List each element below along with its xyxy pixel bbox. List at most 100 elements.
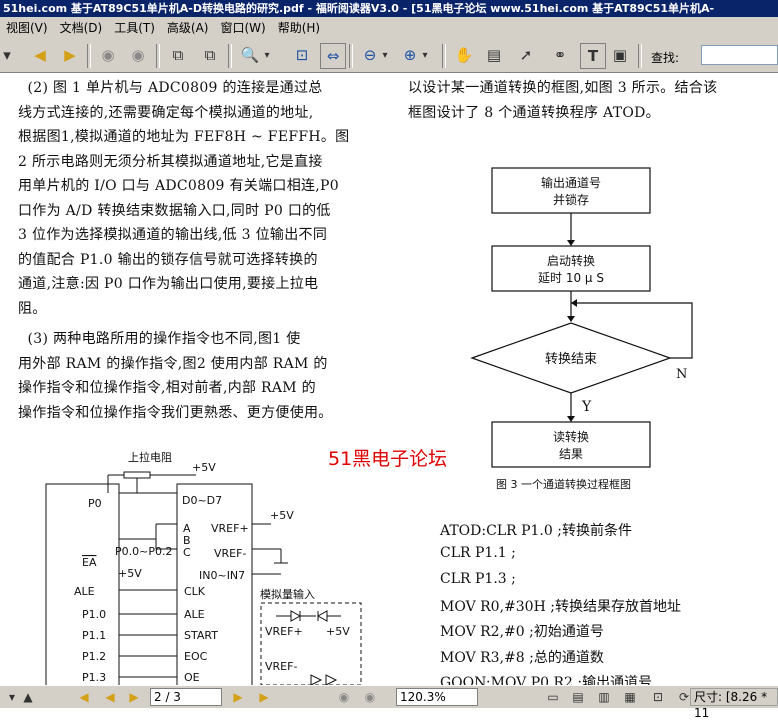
page-size-label: 尺寸: [8.26 * 11 bbox=[690, 688, 778, 720]
fit-width-icon[interactable]: ⇔ bbox=[320, 43, 346, 69]
separator bbox=[156, 44, 160, 68]
status-bar: ▾ ▲ ◀ ◀ ▶ 2 / 3 ▶ ▶ ◉ ◉ 120.3% ▭ ▤ ▥ ▦ ⊡… bbox=[0, 685, 778, 720]
oe-label: OE bbox=[184, 671, 200, 684]
image-select-icon[interactable]: ▣ bbox=[608, 43, 632, 67]
code-line: MOV R2,#0 ;初始通道号 bbox=[440, 624, 604, 640]
pullup-label: 上拉电阻 bbox=[128, 450, 172, 464]
p12-label: P1.2 bbox=[82, 650, 106, 663]
zoom-icon[interactable]: 🔍 bbox=[238, 43, 262, 67]
back-icon[interactable]: ◉ bbox=[336, 689, 352, 705]
fit-page-icon[interactable]: ⊡ bbox=[650, 689, 666, 705]
menu-document[interactable]: 文档(D) bbox=[54, 21, 109, 35]
menu-advanced[interactable]: 高级(A) bbox=[161, 21, 215, 35]
separator bbox=[638, 44, 642, 68]
p10-label: P1.0 bbox=[82, 608, 106, 621]
vcc-label: +5V bbox=[192, 461, 216, 474]
code-line: MOV R3,#8 ;总的通道数 bbox=[440, 650, 604, 666]
vcc-label: +5V bbox=[326, 625, 350, 638]
menu-help[interactable]: 帮助(H) bbox=[272, 21, 326, 35]
facing-icon[interactable]: ▥ bbox=[596, 689, 612, 705]
vcc-label: +5V bbox=[270, 509, 294, 522]
c-label: C bbox=[183, 546, 191, 559]
copy-page-icon[interactable]: ⧉ bbox=[166, 43, 190, 67]
loop-arrow bbox=[571, 302, 693, 359]
first-page-icon[interactable]: ◀ bbox=[28, 43, 52, 67]
box3-line2: 结果 bbox=[559, 447, 583, 461]
chevron-down-icon[interactable]: ▾ bbox=[420, 43, 430, 67]
box1-line2: 并锁存 bbox=[553, 192, 589, 207]
paste-page-icon[interactable]: ⧉ bbox=[198, 43, 222, 67]
first-page-icon[interactable]: ◀ bbox=[76, 689, 92, 705]
menu-window[interactable]: 窗口(W) bbox=[214, 21, 271, 35]
page-number-field[interactable]: 2 / 3 bbox=[150, 688, 222, 706]
p0-label: P0 bbox=[88, 497, 102, 510]
figure-caption: 图 3 一个通道转换过程框图 bbox=[496, 478, 631, 491]
vref-minus-label: VREF- bbox=[214, 547, 246, 560]
start-label: START bbox=[184, 629, 218, 642]
analog-input-label: 模拟量输入 bbox=[260, 587, 315, 601]
ale-label: ALE bbox=[184, 608, 205, 621]
menu-view[interactable]: 视图(V) bbox=[0, 21, 54, 35]
p00p02-label: P0.0~P0.2 bbox=[115, 545, 172, 558]
search-label: 查找: bbox=[651, 51, 680, 65]
eoc-label: EOC bbox=[184, 650, 208, 663]
box3-line1: 读转换 bbox=[553, 429, 589, 444]
prev-page-icon[interactable]: ◀ bbox=[102, 689, 118, 705]
binoculars-icon[interactable]: ⚭ bbox=[548, 43, 572, 67]
zoom-out-icon[interactable]: ⊖ bbox=[358, 43, 382, 67]
no-label: N bbox=[676, 367, 687, 382]
separator bbox=[442, 44, 446, 68]
text-select-icon[interactable]: T bbox=[580, 43, 606, 69]
vref-plus-label: VREF+ bbox=[211, 522, 249, 535]
hand-icon[interactable]: ✋ bbox=[452, 43, 476, 67]
ea-label: EA bbox=[82, 556, 97, 569]
chevron-down-icon[interactable]: ▾ bbox=[380, 43, 390, 67]
chevron-down-icon[interactable]: ▾ bbox=[4, 689, 20, 705]
next-page-icon[interactable]: ▶ bbox=[58, 43, 82, 67]
forward-icon[interactable]: ◉ bbox=[362, 689, 378, 705]
back-icon[interactable]: ◉ bbox=[96, 43, 120, 67]
circuit-diagram: 上拉电阻 +5V P0 D0~D7 A B C VREF+ +5V VREF- … bbox=[45, 450, 362, 685]
zoom-field[interactable]: 120.3% bbox=[396, 688, 478, 706]
vcc-label: +5V bbox=[118, 567, 142, 580]
right-intro: 以设计某一通道转换的框图,如图 3 所示。结合该 框图设计了 8 个通道转换程序… bbox=[408, 80, 718, 121]
separator bbox=[228, 44, 232, 68]
menu-tools[interactable]: 工具(T) bbox=[108, 21, 161, 35]
window-title: 51hei.com 基于AT89C51单片机A-D转换电路的研究.pdf - 福… bbox=[0, 0, 778, 17]
code-line: CLR P1.1 ; bbox=[440, 545, 516, 561]
menu-bar: 视图(V) 文档(D) 工具(T) 高级(A) 窗口(W) 帮助(H) bbox=[0, 17, 778, 39]
zoom-in-icon[interactable]: ⊕ bbox=[398, 43, 422, 67]
box2-line2: 延时 10 μ S bbox=[538, 271, 604, 285]
fit-page-icon[interactable]: ⊡ bbox=[290, 43, 314, 67]
vref-plus-label: VREF+ bbox=[265, 625, 303, 638]
last-page-icon[interactable]: ▶ bbox=[256, 689, 272, 705]
code-line: MOV R0,#30H ;转换结果存放首地址 bbox=[440, 599, 681, 615]
continuous-facing-icon[interactable]: ▦ bbox=[622, 689, 638, 705]
clk-label: CLK bbox=[184, 585, 206, 598]
toolbar-grip: ▾ bbox=[3, 46, 11, 64]
decision-label: 转换结束 bbox=[545, 352, 597, 367]
in0in7-label: IN0~IN7 bbox=[199, 569, 245, 582]
yes-label: Y bbox=[581, 399, 592, 415]
select-icon[interactable]: ➚ bbox=[514, 43, 538, 67]
code-line: CLR P1.3 ; bbox=[440, 571, 516, 587]
snapshot-icon[interactable]: ▤ bbox=[482, 43, 506, 67]
separator bbox=[87, 44, 91, 68]
single-page-icon[interactable]: ▭ bbox=[545, 689, 561, 705]
forward-icon[interactable]: ◉ bbox=[126, 43, 150, 67]
next-page-icon[interactable]: ▶ bbox=[126, 689, 142, 705]
collapse-icon[interactable]: ▲ bbox=[20, 689, 36, 705]
document-view[interactable]: (2) 图 1 单片机与 ADC0809 的连接是通过总 线方式连接的,还需要确… bbox=[0, 73, 778, 685]
next-page-icon[interactable]: ▶ bbox=[230, 689, 246, 705]
pullup-resistor bbox=[123, 471, 151, 479]
vref-minus-label: VREF- bbox=[265, 660, 297, 673]
chevron-down-icon[interactable]: ▾ bbox=[262, 43, 272, 67]
p13-label: P1.3 bbox=[82, 671, 106, 684]
d0d7-label: D0~D7 bbox=[182, 494, 222, 507]
toolbar: ▾ ◀ ▶ ◉ ◉ ⧉ ⧉ 🔍 ▾ ⊡ ⇔ ⊖ ▾ ⊕ ▾ ✋ ▤ ➚ ⚭ T … bbox=[0, 39, 778, 73]
continuous-icon[interactable]: ▤ bbox=[570, 689, 586, 705]
paragraph-3: (3) 两种电路所用的操作指令也不同,图1 使 用外部 RAM 的操作指令,图2… bbox=[18, 331, 333, 421]
paragraph-2: (2) 图 1 单片机与 ADC0809 的连接是通过总 线方式连接的,还需要确… bbox=[18, 80, 350, 317]
search-input[interactable] bbox=[701, 45, 778, 65]
code-line: GOON:MOV P0,R2 ;输出通道号 bbox=[440, 675, 653, 685]
